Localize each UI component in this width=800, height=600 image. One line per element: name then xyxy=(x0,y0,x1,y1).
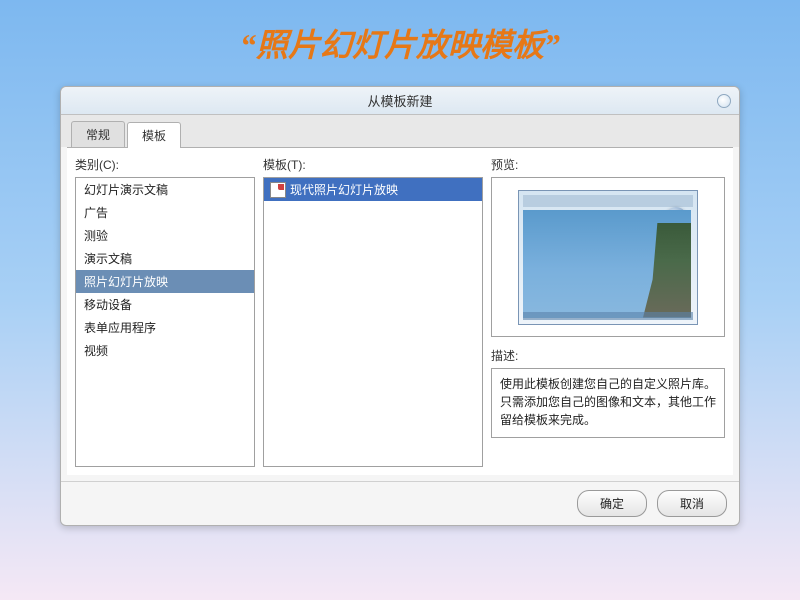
cancel-button[interactable]: 取消 xyxy=(657,490,727,517)
preview-thumbnail xyxy=(518,190,698,325)
template-label: 模板(T): xyxy=(263,156,483,173)
page-title: “照片幻灯片放映模板” xyxy=(0,0,800,86)
tab-general[interactable]: 常规 xyxy=(71,121,125,147)
list-item[interactable]: 演示文稿 xyxy=(76,247,254,270)
list-item[interactable]: 测验 xyxy=(76,224,254,247)
dialog-content: 类别(C): 幻灯片演示文稿 广告 测验 演示文稿 照片幻灯片放映 移动设备 表… xyxy=(67,147,733,475)
tab-strip: 常规 模板 xyxy=(61,115,739,147)
ok-button[interactable]: 确定 xyxy=(577,490,647,517)
list-item[interactable]: 表单应用程序 xyxy=(76,316,254,339)
list-item[interactable]: 幻灯片演示文稿 xyxy=(76,178,254,201)
preview-cliff-graphic xyxy=(643,223,691,318)
list-item[interactable]: 视频 xyxy=(76,339,254,362)
description-section: 描述: 使用此模板创建您自己的自定义照片库。只需添加您自己的图像和文本，其他工作… xyxy=(491,347,725,438)
description-label: 描述: xyxy=(491,347,725,364)
template-item[interactable]: 现代照片幻灯片放映 xyxy=(264,178,482,201)
list-item[interactable]: 广告 xyxy=(76,201,254,224)
preview-column: 预览: 描述: 使用此模板创建您自己的自定义照片库。只需添加您自己的图像和文本，… xyxy=(491,156,725,467)
preview-footer-bar xyxy=(523,312,693,320)
tab-templates[interactable]: 模板 xyxy=(127,122,181,148)
template-list[interactable]: 现代照片幻灯片放映 xyxy=(263,177,483,467)
new-from-template-dialog: 从模板新建 常规 模板 类别(C): 幻灯片演示文稿 广告 测验 演示文稿 照片… xyxy=(60,86,740,526)
preview-box xyxy=(491,177,725,337)
template-column: 模板(T): 现代照片幻灯片放映 xyxy=(263,156,483,467)
category-column: 类别(C): 幻灯片演示文稿 广告 测验 演示文稿 照片幻灯片放映 移动设备 表… xyxy=(75,156,255,467)
corner-button-icon[interactable] xyxy=(717,94,731,108)
preview-header-bar xyxy=(523,195,693,207)
list-item[interactable]: 移动设备 xyxy=(76,293,254,316)
button-row: 确定 取消 xyxy=(61,481,739,525)
list-item[interactable]: 照片幻灯片放映 xyxy=(76,270,254,293)
preview-label: 预览: xyxy=(491,156,725,173)
titlebar: 从模板新建 xyxy=(61,87,739,115)
template-item-label: 现代照片幻灯片放映 xyxy=(290,181,398,198)
category-label: 类别(C): xyxy=(75,156,255,173)
dialog-title: 从模板新建 xyxy=(367,91,432,110)
category-list[interactable]: 幻灯片演示文稿 广告 测验 演示文稿 照片幻灯片放映 移动设备 表单应用程序 视… xyxy=(75,177,255,467)
preview-photo xyxy=(523,210,691,318)
template-file-icon xyxy=(270,182,286,198)
description-text: 使用此模板创建您自己的自定义照片库。只需添加您自己的图像和文本，其他工作留给模板… xyxy=(491,368,725,438)
